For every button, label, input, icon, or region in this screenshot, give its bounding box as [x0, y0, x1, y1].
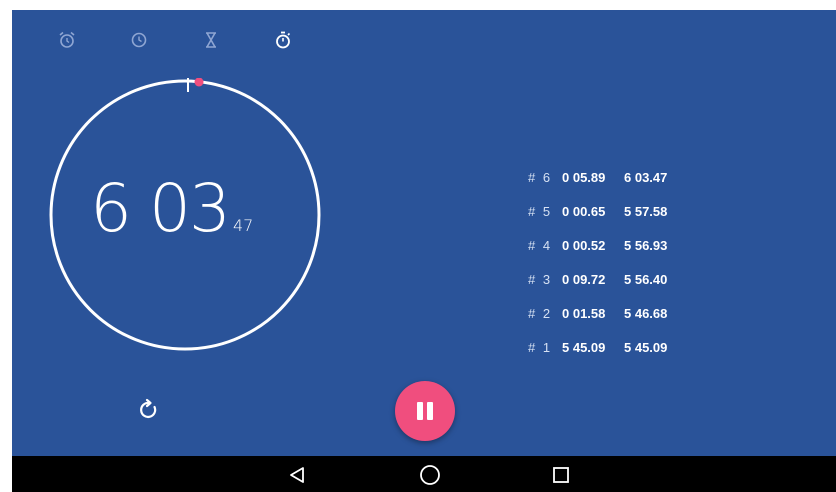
- back-button[interactable]: [284, 462, 310, 488]
- lap-split: 0 09.72: [562, 271, 606, 287]
- timer-icon[interactable]: [200, 29, 222, 51]
- lap-split: 0 01.58: [562, 305, 606, 321]
- lap-number: # 2: [528, 305, 553, 321]
- lap-total: 6 03.47: [624, 169, 668, 185]
- lap-row: # 3 0 09.72 5 56.40: [528, 262, 728, 296]
- lap-row: # 2 0 01.58 5 46.68: [528, 296, 728, 330]
- lap-total: 5 46.68: [624, 305, 668, 321]
- progress-dot: [194, 78, 204, 87]
- home-button[interactable]: [417, 462, 443, 488]
- pause-button[interactable]: [395, 381, 455, 441]
- clock-icon[interactable]: [128, 29, 150, 51]
- lap-number: # 5: [528, 203, 553, 219]
- back-icon: [290, 467, 304, 483]
- lap-row: # 4 0 00.52 5 56.93: [528, 228, 728, 262]
- lap-row: # 6 0 05.89 6 03.47: [528, 160, 728, 194]
- recents-icon: [553, 467, 569, 483]
- lap-number: # 3: [528, 271, 553, 287]
- elapsed-time-main: 6 03: [90, 170, 231, 247]
- lap-split: 0 05.89: [562, 169, 606, 185]
- elapsed-time-hundredths: 47: [232, 216, 254, 235]
- lap-list: # 6 0 05.89 6 03.47 # 5 0 00.65 5 57.58 …: [528, 160, 728, 364]
- lap-total: 5 56.93: [624, 237, 668, 253]
- reset-icon: [140, 398, 157, 418]
- lap-total: 5 56.40: [624, 271, 668, 287]
- lap-row: # 1 5 45.09 5 45.09: [528, 330, 728, 364]
- lap-split: 5 45.09: [562, 339, 606, 355]
- stopwatch-icon[interactable]: [272, 29, 294, 51]
- lap-total: 5 57.58: [624, 203, 668, 219]
- lap-number: # 6: [528, 169, 553, 185]
- lap-split: 0 00.65: [562, 203, 606, 219]
- lap-split: 0 00.52: [562, 237, 606, 253]
- lap-number: # 4: [528, 237, 553, 253]
- home-icon: [420, 465, 440, 485]
- lap-number: # 1: [528, 339, 553, 355]
- pause-icon: [417, 402, 433, 420]
- lap-row: # 5 0 00.65 5 57.58: [528, 194, 728, 228]
- recents-button[interactable]: [548, 462, 574, 488]
- elapsed-time: 6 03 47: [90, 170, 253, 247]
- alarm-icon[interactable]: [56, 29, 78, 51]
- lap-total: 5 45.09: [624, 339, 668, 355]
- reset-button[interactable]: [137, 398, 161, 422]
